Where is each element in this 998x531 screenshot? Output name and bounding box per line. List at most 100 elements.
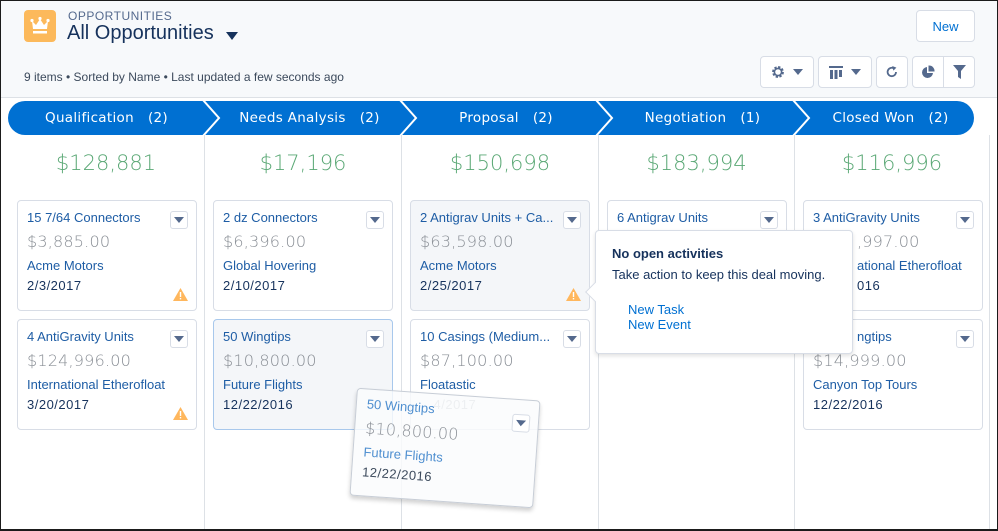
column-total: $17,196 [259,151,347,175]
chevron-down-icon [370,336,380,342]
stage-name: Needs Analysis [239,110,346,126]
card-menu-button[interactable] [956,211,974,229]
chevron-down-icon [960,217,970,223]
column-total: $128,881 [55,151,157,175]
close-date: 2/25/2017 [420,278,483,293]
new-task-link[interactable]: New Task [628,302,836,317]
card-menu-button[interactable] [563,330,581,348]
chevron-down-icon [370,217,380,223]
list-view-meta: 9 items • Sorted by Name • Last updated … [24,70,344,84]
warning-icon[interactable] [566,288,581,301]
card-menu-button[interactable] [170,330,188,348]
opportunity-name-link[interactable]: 2 dz Connectors [223,209,363,227]
chart-filter-group [912,56,975,88]
stage-count: (2) [147,110,168,126]
opportunity-name-link[interactable]: 4 AntiGravity Units [27,328,167,346]
stage-name: Proposal [459,110,519,126]
stage-path: Qualification (2) Needs Analysis (2) Pro… [8,101,974,135]
account-link[interactable]: Floatastic [420,377,580,392]
opportunity-name-link[interactable]: 15 7/64 Connectors [27,209,167,227]
new-button[interactable]: New [916,10,975,42]
list-view-selector[interactable]: All Opportunities [67,22,238,45]
close-date: 12/22/2016 [813,397,884,412]
popover-body: Take action to keep this deal moving. [612,267,826,282]
stage-count: (2) [359,110,380,126]
card-menu-button[interactable] [366,211,384,229]
opportunity-name-link[interactable]: 3 AntiGravity Units [813,209,953,227]
opportunity-card[interactable]: 2 dz Connectors $6,396.00 Global Hoverin… [213,200,393,311]
stage-name: Qualification [45,110,134,126]
account-link[interactable]: Canyon Top Tours [813,377,973,392]
close-date: 2/3/2017 [27,278,82,293]
stage-closed-won[interactable]: Closed Won (2) [795,101,974,135]
opportunity-amount: $87,100.00 [420,351,514,370]
opportunity-card[interactable]: 4 AntiGravity Units $124,996.00 Internat… [17,319,197,430]
close-date: 2/10/2017 [223,278,286,293]
account-link[interactable]: Acme Motors [420,258,580,273]
card-menu-button[interactable] [956,330,974,348]
account-link[interactable]: Global Hovering [223,258,383,273]
opportunity-name-link[interactable]: 10 Casings (Medium... [420,328,560,346]
stage-needs-analysis[interactable]: Needs Analysis (2) [205,101,402,135]
column-qualification: $128,881 15 7/64 Connectors $3,885.00 Ac… [8,135,205,529]
opportunity-name-link[interactable]: 50 Wingtips [223,328,363,346]
object-label: OPPORTUNITIES [68,9,173,23]
card-menu-button[interactable] [366,330,384,348]
stage-count: (2) [928,110,949,126]
popover-title: No open activities [612,246,724,261]
kanban-columns-icon [829,65,843,79]
warning-icon[interactable] [173,288,188,301]
opportunity-amount: $124,996.00 [27,351,131,370]
opportunity-card[interactable]: 15 7/64 Connectors $3,885.00 Acme Motors… [17,200,197,311]
new-event-link[interactable]: New Event [628,317,836,332]
stage-count: (1) [740,110,761,126]
refresh-button[interactable] [876,56,908,88]
opportunity-amount: $63,598.00 [420,232,514,251]
opportunity-amount: $10,800.00 [223,351,317,370]
chevron-down-icon [174,217,184,223]
opportunity-app-icon [24,10,56,42]
chevron-down-icon [515,419,527,427]
chevron-down-icon [567,217,577,223]
filter-button[interactable] [943,57,974,87]
list-settings-button[interactable] [760,56,814,88]
list-view-title: All Opportunities [67,22,214,44]
display-as-button[interactable] [818,56,872,88]
chevron-down-icon [960,336,970,342]
stage-name: Negotiation [644,110,727,126]
chevron-down-icon [764,217,774,223]
stage-qualification[interactable]: Qualification (2) [8,101,205,135]
opportunity-amount: $6,396.00 [223,232,307,251]
account-link[interactable]: Acme Motors [27,258,187,273]
stage-name: Closed Won [832,110,915,126]
card-menu-button[interactable] [760,211,778,229]
warning-icon[interactable] [173,407,188,420]
close-date: 3/20/2017 [27,397,90,412]
account-link[interactable]: International Etherofloat [27,377,187,392]
gear-icon [772,66,784,78]
opportunity-amount: $3,885.00 [27,232,111,251]
stage-negotiation[interactable]: Negotiation (1) [598,101,795,135]
crown-icon [30,16,50,34]
stage-separator-icon [202,101,221,135]
chevron-down-icon [851,69,861,75]
stage-count: (2) [532,110,553,126]
pie-chart-icon [922,65,935,78]
dragged-card-ghost[interactable]: 50 Wingtips $10,800.00 Future Flights 12… [349,387,541,509]
column-total: $116,996 [841,151,943,175]
list-view-header: OPPORTUNITIES All Opportunities 9 items … [1,1,997,98]
column-total: $183,994 [646,151,747,175]
card-menu-button[interactable] [170,211,188,229]
chevron-down-icon [567,336,577,342]
opportunity-card[interactable]: 2 Antigrav Units + Ca... $63,598.00 Acme… [410,200,590,311]
kanban-view: OPPORTUNITIES All Opportunities 9 items … [0,0,998,531]
card-menu-button [511,413,531,433]
chevron-down-icon [174,336,184,342]
stage-proposal[interactable]: Proposal (2) [402,101,598,135]
stage-separator-icon [399,101,418,135]
no-activities-popover: No open activities Take action to keep t… [585,230,853,354]
opportunity-name-link[interactable]: 2 Antigrav Units + Ca... [420,209,560,227]
card-menu-button[interactable] [563,211,581,229]
opportunity-name-link[interactable]: 6 Antigrav Units [617,209,757,227]
charts-button[interactable] [913,57,943,87]
